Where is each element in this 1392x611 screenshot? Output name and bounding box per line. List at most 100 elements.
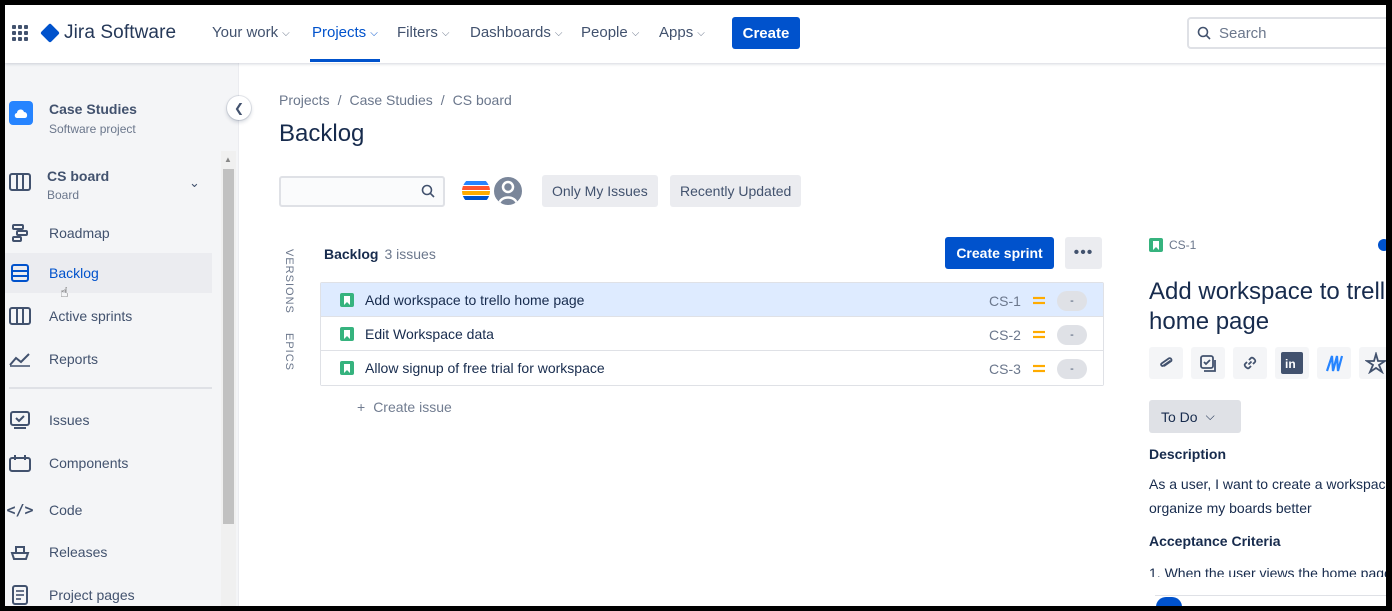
active-sprints-icon	[9, 305, 31, 327]
backlog-search-input[interactable]	[279, 176, 445, 207]
issue-row[interactable]: Allow signup of free trial for workspace…	[321, 351, 1103, 385]
breadcrumb-case-studies[interactable]: Case Studies	[349, 92, 432, 108]
reports-icon	[9, 348, 31, 370]
search-input[interactable]: Search	[1187, 17, 1386, 49]
sidebar-item-roadmap[interactable]: Roadmap	[5, 213, 212, 253]
status-dropdown[interactable]: To Do ⌵	[1149, 400, 1241, 433]
watch-indicator-icon[interactable]	[1378, 239, 1386, 251]
nav-label: Dashboards	[470, 24, 551, 41]
story-point-estimate[interactable]: -	[1057, 291, 1087, 311]
only-my-issues-filter[interactable]: Only My Issues	[542, 175, 658, 207]
plus-icon: +	[357, 399, 366, 415]
priority-medium-icon	[1032, 293, 1046, 311]
story-point-estimate[interactable]: -	[1057, 325, 1087, 345]
versions-tab[interactable]: VERSIONS	[283, 249, 295, 314]
issue-key[interactable]: CS-2	[989, 327, 1021, 343]
nav-label: Projects	[312, 24, 367, 41]
nav-label: Your work	[212, 24, 279, 41]
story-icon	[340, 293, 354, 307]
sidebar-item-active-sprints[interactable]: Active sprints	[5, 296, 212, 336]
sidebar-divider	[9, 387, 212, 389]
board-name[interactable]: CS board	[47, 168, 109, 184]
chevron-down-icon[interactable]: ⌄	[189, 175, 200, 191]
detail-title[interactable]: Add workspace to trello home page	[1149, 277, 1386, 337]
sidebar-item-project-pages[interactable]: Project pages	[5, 575, 212, 606]
acceptance-criteria-text[interactable]: 1. When the user views the home page	[1149, 565, 1386, 577]
project-sidebar: Case Studies Software project ❮ ▲ CS boa…	[5, 63, 251, 606]
scroll-up-arrow-icon[interactable]: ▲	[224, 155, 232, 164]
chevron-down-icon: ⌵	[1205, 409, 1215, 423]
description-text[interactable]: As a user, I want to create a workspace …	[1149, 472, 1386, 520]
comment-box-edge[interactable]	[1155, 595, 1386, 606]
avatar[interactable]	[460, 175, 492, 207]
create-button[interactable]: Create	[732, 17, 800, 49]
chevron-down-icon: ⌵	[441, 27, 450, 39]
issue-key[interactable]: CS-1	[989, 293, 1021, 309]
sidebar-item-components[interactable]: Components	[5, 443, 212, 483]
create-issue-button[interactable]: + Create issue	[357, 399, 452, 415]
project-avatar[interactable]	[9, 101, 33, 125]
backlog-label: Backlog	[324, 246, 379, 262]
issue-row[interactable]: Edit Workspace data CS-2 -	[321, 317, 1103, 351]
priority-medium-icon	[1032, 361, 1046, 379]
backlog-issue-list: Add workspace to trello home page CS-1 -…	[320, 282, 1104, 386]
backlog-header: Backlog 3 issues	[324, 246, 436, 262]
sidebar-item-reports[interactable]: Reports	[5, 339, 212, 379]
sidebar-item-label: Releases	[49, 544, 108, 560]
avatar[interactable]	[492, 175, 524, 207]
issue-summary: Allow signup of free trial for workspace	[365, 360, 605, 376]
invision-icon: in	[1281, 352, 1303, 374]
create-subtask-button[interactable]	[1191, 347, 1225, 379]
nav-your-work[interactable]: Your work ⌵	[212, 24, 290, 41]
components-icon	[9, 452, 31, 474]
chevron-down-icon: ⌵	[554, 27, 563, 39]
issue-key[interactable]: CS-3	[989, 361, 1021, 377]
app-switcher-icon[interactable]	[12, 25, 28, 41]
active-nav-indicator	[310, 59, 380, 62]
nav-apps[interactable]: Apps ⌵	[659, 24, 705, 41]
attachment-button[interactable]	[1149, 347, 1183, 379]
issue-summary: Add workspace to trello home page	[365, 292, 585, 308]
invision-button[interactable]: in	[1275, 347, 1309, 379]
screen-fade-overlay	[245, 385, 1145, 606]
more-actions-button[interactable]: •••	[1065, 237, 1102, 269]
user-avatar-edge	[1156, 597, 1182, 606]
more-apps-button[interactable]	[1359, 347, 1386, 379]
sidebar-item-code[interactable]: </> Code	[5, 490, 212, 530]
link-icon	[1243, 356, 1257, 370]
sidebar-scroll-thumb[interactable]	[223, 169, 234, 524]
recently-updated-filter[interactable]: Recently Updated	[670, 175, 802, 207]
detail-key-label: CS-1	[1169, 238, 1197, 252]
releases-icon	[9, 541, 31, 563]
sidebar-item-issues[interactable]: Issues	[5, 400, 212, 440]
nav-filters[interactable]: Filters ⌵	[397, 24, 449, 41]
jira-app-window: Jira Software Your work ⌵ Projects ⌵ Filte…	[5, 5, 1386, 606]
miro-icon	[1325, 355, 1344, 372]
page-title: Backlog	[279, 120, 365, 147]
miro-button[interactable]	[1317, 347, 1351, 379]
description-line: As a user, I want to create a workspace …	[1149, 476, 1386, 492]
collapse-sidebar-button[interactable]: ❮	[227, 96, 251, 120]
board-type: Board	[47, 188, 80, 202]
link-issue-button[interactable]	[1233, 347, 1267, 379]
breadcrumb-cs-board[interactable]: CS board	[453, 92, 512, 108]
chevron-down-icon: ⌵	[282, 27, 290, 39]
cloud-icon	[14, 109, 28, 118]
story-point-estimate[interactable]: -	[1057, 359, 1087, 379]
jira-logo[interactable]: Jira Software	[40, 22, 176, 44]
nav-dashboards[interactable]: Dashboards ⌵	[470, 24, 562, 41]
sidebar-item-backlog[interactable]: Backlog	[5, 253, 212, 293]
nav-projects[interactable]: Projects ⌵	[312, 24, 378, 41]
sidebar-item-releases[interactable]: Releases	[5, 532, 212, 572]
breadcrumb-projects[interactable]: Projects	[279, 92, 330, 108]
nav-people[interactable]: People ⌵	[581, 24, 639, 41]
breadcrumb-separator: /	[440, 92, 445, 108]
epics-tab[interactable]: EPICS	[283, 333, 295, 371]
user-avatar-icon	[497, 180, 519, 205]
project-name[interactable]: Case Studies	[49, 101, 137, 117]
more-icon: •••	[1073, 244, 1094, 261]
create-sprint-button[interactable]: Create sprint	[945, 237, 1054, 269]
nav-label: Apps	[659, 24, 694, 41]
issue-row[interactable]: Add workspace to trello home page CS-1 -	[321, 283, 1103, 317]
detail-issue-key[interactable]: CS-1	[1149, 238, 1196, 252]
